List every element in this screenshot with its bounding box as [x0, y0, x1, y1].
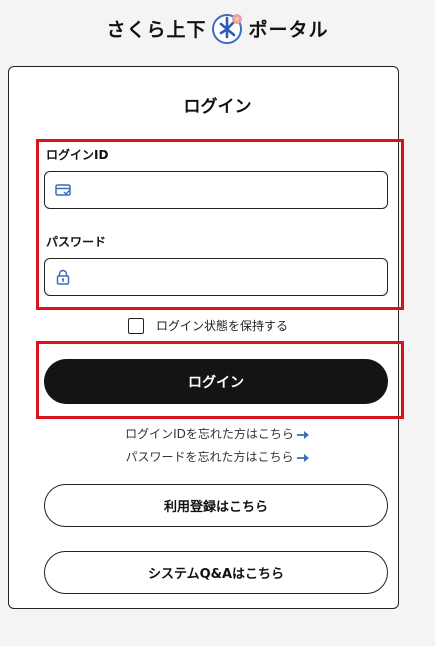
- forgot-id-link-text[interactable]: ログインIDを忘れた方はこちら: [125, 425, 294, 442]
- remember-label: ログイン状態を保持する: [156, 319, 289, 333]
- id-card-icon: [54, 181, 72, 199]
- password-field[interactable]: [44, 258, 388, 296]
- login-id-field[interactable]: [44, 171, 388, 209]
- site-header: さくら上下 ポータル: [0, 0, 435, 56]
- forgot-password-link[interactable]: パスワードを忘れた方はこちら: [0, 448, 435, 465]
- arrow-right-icon: [296, 452, 310, 462]
- login-id-label: ログインID: [46, 148, 109, 162]
- password-input[interactable]: [78, 261, 387, 293]
- remember-checkbox[interactable]: [128, 317, 144, 334]
- water-drop-logo-icon: [211, 11, 245, 45]
- register-button[interactable]: 利用登録はこちら: [44, 484, 388, 527]
- password-label: パスワード: [46, 235, 107, 249]
- forgot-id-link[interactable]: ログインIDを忘れた方はこちら: [0, 425, 435, 442]
- remember-login[interactable]: ログイン状態を保持する: [128, 317, 288, 334]
- login-id-input[interactable]: [78, 174, 387, 206]
- logo-text-right: ポータル: [248, 18, 329, 41]
- logo-text-left: さくら上下: [106, 18, 207, 41]
- lock-icon: [54, 268, 72, 286]
- login-button[interactable]: ログイン: [44, 359, 388, 404]
- arrow-right-icon: [296, 429, 310, 439]
- forgot-password-link-text[interactable]: パスワードを忘れた方はこちら: [125, 448, 293, 465]
- login-title: ログイン: [183, 97, 252, 117]
- faq-button[interactable]: システムQ&Aはこちら: [44, 551, 388, 594]
